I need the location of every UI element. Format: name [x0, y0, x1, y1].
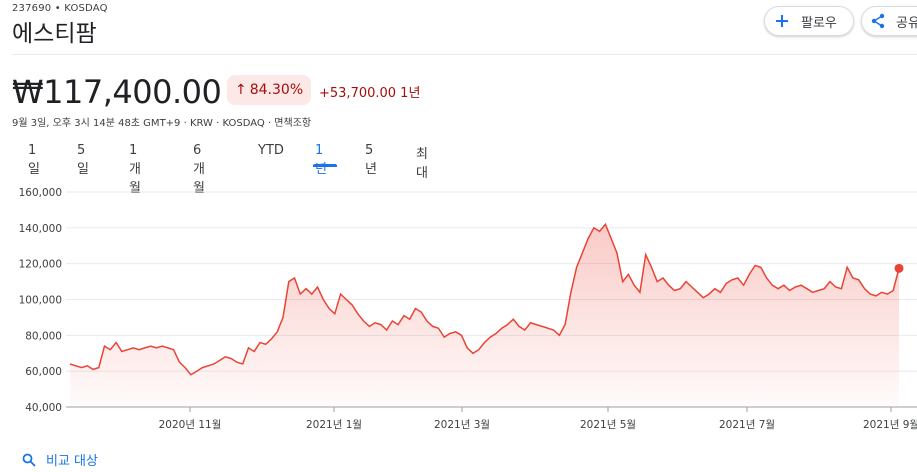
y-tick-label: 160,000 [19, 187, 62, 199]
ticker-label: 237690 • KOSDAQ [12, 3, 108, 14]
active-tab-indicator [313, 164, 337, 167]
y-tick-label: 60,000 [25, 366, 62, 378]
x-tick-label: 2021년 3월 [434, 419, 490, 431]
arrow-up-icon: ↑ [235, 82, 247, 98]
tab-1d[interactable]: 1일 [28, 143, 40, 177]
x-tick-label: 2021년 7월 [719, 419, 775, 431]
compare-button[interactable]: 비교 대상 [22, 450, 98, 469]
tab-5d[interactable]: 5일 [77, 143, 89, 177]
header-divider [12, 54, 917, 55]
share-button-label: 공유 [896, 15, 917, 31]
y-tick-label: 80,000 [25, 330, 62, 342]
y-tick-label: 100,000 [19, 295, 62, 307]
y-tick-label: 120,000 [19, 259, 62, 271]
x-tick-label: 2021년 9월 [863, 419, 917, 431]
tab-1y[interactable]: 1년 [315, 143, 327, 177]
percent-change-value: 84.30% [249, 82, 304, 98]
price-area [70, 224, 899, 407]
x-tick-label: 2021년 5월 [580, 419, 636, 431]
price-chart[interactable]: 40,000 60,000 80,000 100,000 120,000 140,000 1… [0, 175, 917, 437]
x-tick-label: 2021년 1월 [306, 419, 362, 431]
stock-name: 에스티팜 [12, 21, 97, 47]
tab-ytd[interactable]: YTD [258, 143, 284, 158]
y-tick-label: 140,000 [19, 223, 62, 235]
share-icon [870, 13, 888, 29]
plus-icon [775, 14, 793, 28]
share-button[interactable]: 공유 [861, 6, 917, 36]
x-tick-label: 2020년 11월 [159, 419, 222, 431]
current-price: ₩117,400.00 [12, 73, 222, 111]
quote-meta: 9월 3일, 오후 3시 14분 48초 GMT+9 · KRW · KOSDA… [12, 118, 312, 129]
y-tick-label: 40,000 [25, 402, 62, 414]
compare-label: 비교 대상 [46, 454, 98, 469]
absolute-change: +53,700.00 1년 [319, 86, 421, 101]
last-price-marker [894, 263, 904, 273]
search-icon [22, 453, 38, 467]
follow-button-label: 팔로우 [801, 15, 837, 31]
percent-change-badge: ↑ 84.30% [227, 75, 312, 105]
tab-5y[interactable]: 5년 [365, 143, 377, 177]
follow-button[interactable]: 팔로우 [764, 6, 854, 36]
